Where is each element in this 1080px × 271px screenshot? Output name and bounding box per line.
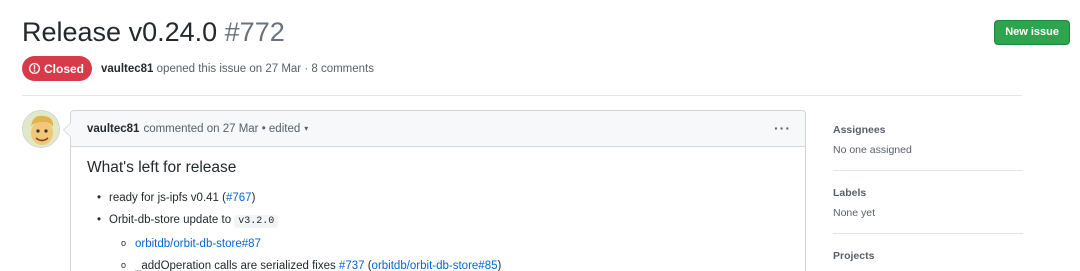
store-pr-85-link[interactable]: orbitdb/orbit-db-store#85 (372, 260, 498, 271)
list-item: _addOperation calls are serialized fixes… (121, 254, 789, 271)
edit-history-dropdown[interactable]: ▾ (304, 124, 308, 133)
comment-header: vaultec81 commented on 27 Mar • edited ▾ (71, 111, 805, 147)
assignees-section: Assignees No one assigned (833, 110, 1023, 171)
assignees-value: No one assigned (833, 144, 912, 156)
header-divider (22, 95, 1022, 96)
comment-meta: commented on 27 Mar • edited (143, 122, 301, 135)
issue-title: Release v0.24.0 (22, 17, 218, 47)
issue-link-767[interactable]: #767 (226, 192, 252, 204)
assignees-heading[interactable]: Assignees (833, 124, 1023, 136)
issue-comment: vaultec81 commented on 27 Mar • edited ▾… (63, 110, 806, 271)
version-code: v3.2.0 (234, 215, 279, 228)
comment-options-icon[interactable]: ··· (774, 120, 791, 136)
projects-heading[interactable]: Projects (833, 250, 1023, 262)
page-title: Release v0.24.0 #772 (22, 14, 1078, 50)
list-item: ready for js-ipfs v0.41 (#767) (97, 187, 789, 209)
comment-body: What's left for release ready for js-ipf… (71, 147, 805, 271)
issue-sidebar: Assignees No one assigned Labels None ye… (833, 110, 1023, 270)
issue-closed-icon (28, 62, 41, 75)
list-item: orbitdb/orbit-db-store#87 (121, 232, 789, 255)
projects-section: Projects (833, 234, 1023, 262)
issue-link-737[interactable]: #737 (339, 260, 365, 271)
issue-meta: Closed vaultec81 opened this issue on 27… (22, 56, 374, 81)
status-label: Closed (44, 61, 85, 76)
task-list: ready for js-ipfs v0.41 (#767) Orbit-db-… (97, 187, 789, 271)
issue-number: #772 (224, 17, 285, 47)
issue-meta-detail: opened this issue on 27 Mar · 8 comments (156, 62, 374, 75)
vault-boy-avatar-icon (23, 111, 59, 147)
labels-section: Labels None yet (833, 171, 1023, 234)
labels-value: None yet (833, 207, 876, 219)
status-badge: Closed (22, 56, 93, 81)
store-pr-87-link[interactable]: orbitdb/orbit-db-store#87 (135, 238, 261, 250)
comment-author-link[interactable]: vaultec81 (87, 123, 139, 135)
sub-list: orbitdb/orbit-db-store#87 _addOperation … (109, 232, 789, 271)
labels-heading[interactable]: Labels (833, 187, 1023, 199)
comment-heading: What's left for release (87, 159, 237, 176)
issue-author-link[interactable]: vaultec81 (101, 63, 153, 75)
issue-meta-text: vaultec81 opened this issue on 27 Mar · … (101, 63, 374, 75)
avatar[interactable] (22, 110, 60, 148)
issue-header: Release v0.24.0 #772 New issue Closed va… (22, 14, 1078, 81)
new-issue-button[interactable]: New issue (994, 20, 1070, 45)
list-item: Orbit-db-store update to v3.2.0 orbitdb/… (97, 209, 789, 271)
